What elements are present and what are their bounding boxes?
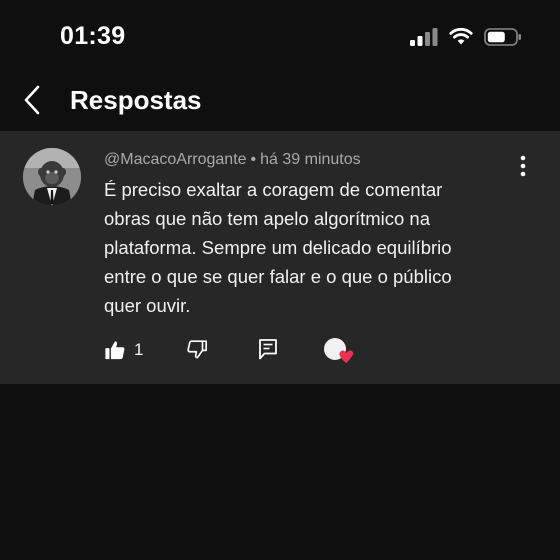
thumbs-up-icon — [105, 341, 125, 360]
creator-heart-icon — [324, 338, 354, 363]
reply-button[interactable] — [258, 338, 278, 360]
meta-separator: • — [250, 151, 257, 168]
cellular-signal-icon — [410, 28, 438, 46]
creator-heart-badge — [323, 337, 357, 365]
comment-author[interactable]: @MacacoArrogante — [104, 151, 247, 168]
like-count: 1 — [134, 340, 144, 359]
back-button[interactable] — [18, 82, 48, 118]
reply-icon — [259, 339, 277, 360]
wifi-icon — [449, 27, 473, 45]
comment-meta: @MacacoArrogante • há 39 minutos — [104, 151, 361, 169]
dislike-button[interactable] — [186, 337, 208, 361]
comment-text-line: plataforma. Sempre um delicado equilíbri… — [104, 237, 452, 258]
replies-screen: 01:39 Respostas @MacacoArrogante • há 39… — [0, 0, 560, 560]
comment-card: @MacacoArrogante • há 39 minutos É preciso… — [0, 131, 560, 384]
page-header: Respostas — [0, 76, 560, 130]
battery-icon — [484, 28, 521, 46]
status-bar: 01:39 — [0, 0, 560, 76]
comment-text-line: quer ouvir. — [104, 295, 191, 316]
comment-actions: 1 — [104, 337, 364, 365]
comment-timestamp: há 39 minutos — [260, 151, 361, 168]
thumbs-down-icon — [187, 340, 207, 359]
comment-text-line: obras que não tem apelo algorítmico na — [104, 208, 431, 229]
page-title: Respostas — [70, 85, 202, 115]
comment-text-line: entre o que se quer falar e o que o públ… — [104, 266, 452, 287]
avatar[interactable] — [23, 148, 81, 206]
comment-text-line: É preciso exaltar a coragem de comentar — [104, 179, 443, 200]
like-button[interactable]: 1 — [104, 337, 143, 363]
status-time: 01:39 — [60, 22, 126, 50]
monkey-in-suit-avatar-image — [23, 148, 81, 206]
chevron-left-icon — [24, 85, 40, 115]
comment-text: É preciso exaltar a coragem de comentar … — [104, 175, 524, 320]
